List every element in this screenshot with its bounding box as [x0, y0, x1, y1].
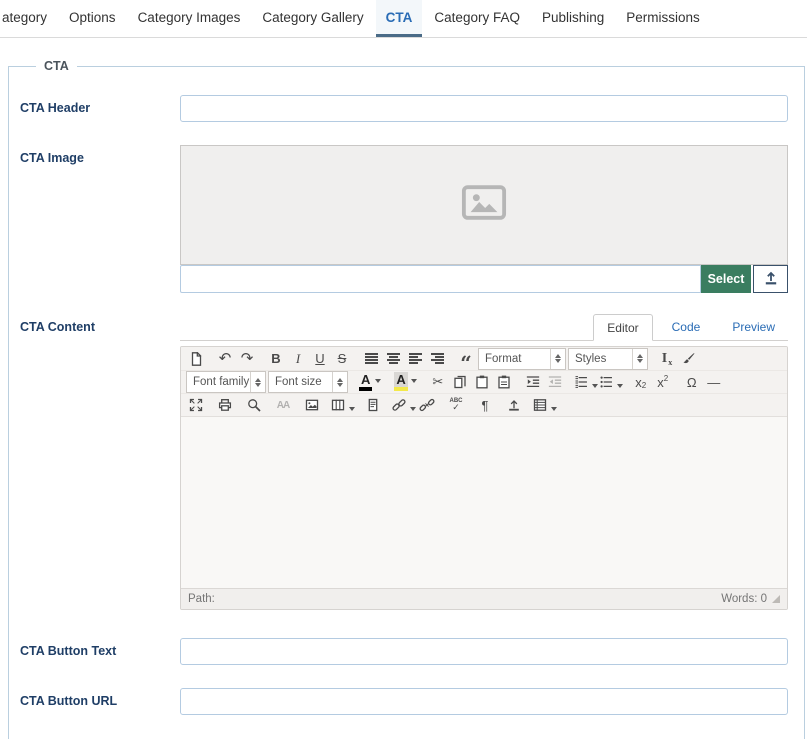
cta-header-row: CTA Header	[20, 95, 788, 122]
cta-content-row: CTA Content EditorCodePreview ↶↷BIUS“For…	[20, 314, 788, 610]
redo-icon[interactable]: ↷	[236, 348, 258, 369]
align-right-icon[interactable]	[426, 348, 448, 369]
dropdown-caret-icon	[551, 407, 557, 411]
select-image-button[interactable]: Select	[701, 265, 751, 293]
cta-header-input[interactable]	[180, 95, 788, 122]
align-center-icon[interactable]	[382, 348, 404, 369]
subscript-icon[interactable]: x	[630, 372, 652, 393]
updown-caret-icon	[550, 349, 565, 369]
editor-word-count: Words: 0	[721, 593, 767, 605]
updown-caret-icon	[632, 349, 647, 369]
insert-table-icon[interactable]	[330, 395, 355, 416]
cta-image-row: CTA Image Select	[20, 145, 788, 293]
tab-options[interactable]: Options	[59, 0, 126, 37]
cta-content-label: CTA Content	[20, 314, 180, 610]
align-left-icon[interactable]	[404, 348, 426, 369]
new-document-icon[interactable]	[185, 348, 207, 369]
upload-file-icon[interactable]	[503, 395, 525, 416]
paragraph-icon[interactable]: ¶	[474, 395, 496, 416]
cleanup-brush-icon[interactable]	[678, 348, 700, 369]
underline-icon[interactable]: U	[309, 348, 331, 369]
font-size-select[interactable]: Font size	[268, 371, 348, 393]
tab-cta[interactable]: CTA	[376, 0, 423, 37]
cta-button-url-label: CTA Button URL	[20, 688, 180, 715]
superscript-icon[interactable]: x	[652, 372, 674, 393]
tab-category-images[interactable]: Category Images	[128, 0, 251, 37]
undo-icon[interactable]: ↶	[214, 348, 236, 369]
cta-button-url-row: CTA Button URL	[20, 688, 788, 715]
tab-category-faq[interactable]: Category FAQ	[424, 0, 530, 37]
grid-icon[interactable]	[532, 395, 557, 416]
align-justify-icon[interactable]	[360, 348, 382, 369]
editor-tab-preview[interactable]: Preview	[719, 314, 788, 340]
dropdown-caret-icon	[617, 384, 623, 388]
image-preview-area	[180, 145, 788, 265]
cta-button-url-input[interactable]	[180, 688, 788, 715]
copy-icon[interactable]	[449, 372, 471, 393]
dropdown-caret-icon	[411, 379, 417, 383]
fullscreen-icon[interactable]	[185, 395, 207, 416]
search-icon[interactable]	[243, 395, 265, 416]
outdent-icon[interactable]	[544, 372, 566, 393]
top-tabbar: ategoryOptionsCategory ImagesCategory Ga…	[0, 0, 807, 38]
ordered-list-icon[interactable]	[573, 372, 598, 393]
updown-caret-icon	[250, 372, 265, 392]
image-file-row: Select	[180, 265, 788, 293]
cta-image-label: CTA Image	[20, 145, 180, 293]
tab-category-gallery[interactable]: Category Gallery	[252, 0, 373, 37]
dropdown-caret-icon	[349, 407, 355, 411]
paste-word-icon[interactable]	[493, 372, 515, 393]
blockquote-icon[interactable]: “	[455, 348, 477, 369]
spellcheck-icon[interactable]: ABC✓	[445, 395, 467, 416]
text-color-icon[interactable]: A	[356, 372, 384, 393]
editor-path-label: Path:	[188, 593, 215, 605]
tab-publishing[interactable]: Publishing	[532, 0, 614, 37]
font-case-icon[interactable]: AA	[272, 395, 294, 416]
rich-text-editor: ↶↷BIUS“FormatStylesI Font familyFont siz…	[180, 346, 788, 610]
cta-button-text-label: CTA Button Text	[20, 638, 180, 665]
highlight-color-icon[interactable]: A	[391, 372, 419, 393]
horizontal-rule-icon[interactable]: —	[703, 372, 725, 393]
cta-header-label: CTA Header	[20, 95, 180, 122]
fieldset-legend: CTA	[36, 59, 77, 73]
editor-statusbar: Path: Words: 0	[181, 588, 787, 609]
image-placeholder-icon	[461, 184, 507, 226]
editor-tab-code[interactable]: Code	[659, 314, 714, 340]
editor-toolbar-row-1: ↶↷BIUS“FormatStylesI	[181, 347, 787, 370]
updown-caret-icon	[332, 372, 347, 392]
editor-tab-editor[interactable]: Editor	[593, 314, 652, 341]
styles-select[interactable]: Styles	[568, 348, 648, 370]
tab-permissions[interactable]: Permissions	[616, 0, 710, 37]
cta-fieldset: CTA CTA Header CTA Image Select	[8, 59, 805, 739]
insert-link-icon[interactable]	[391, 395, 416, 416]
font-family-select[interactable]: Font family	[186, 371, 266, 393]
dropdown-caret-icon	[375, 379, 381, 383]
upload-icon	[762, 269, 780, 290]
paste-icon[interactable]	[471, 372, 493, 393]
cta-button-text-input[interactable]	[180, 638, 788, 665]
insert-image-icon[interactable]	[301, 395, 323, 416]
unlink-icon[interactable]	[416, 395, 438, 416]
format-select[interactable]: Format	[478, 348, 566, 370]
editor-tab-strip: Editor CodePreview	[180, 314, 788, 341]
editor-toolbar-row-3: AA ABC✓ ¶	[181, 393, 787, 416]
editor-toolbar-row-2: Font familyFont sizeAA✂xxΩ—	[181, 370, 787, 393]
tab-ategory[interactable]: ategory	[2, 0, 57, 37]
clear-formatting-icon[interactable]: I	[656, 348, 678, 369]
print-icon[interactable]	[214, 395, 236, 416]
upload-image-button[interactable]	[753, 265, 788, 293]
bold-icon[interactable]: B	[265, 348, 287, 369]
cut-icon[interactable]: ✂	[427, 372, 449, 393]
bullet-list-icon[interactable]	[598, 372, 623, 393]
image-file-input[interactable]	[180, 265, 701, 293]
italic-icon[interactable]: I	[287, 348, 309, 369]
editor-content-area[interactable]	[181, 416, 787, 588]
special-character-icon[interactable]: Ω	[681, 372, 703, 393]
strikethrough-icon[interactable]: S	[331, 348, 353, 369]
resize-grip[interactable]	[772, 595, 780, 603]
template-icon[interactable]	[362, 395, 384, 416]
cta-button-text-row: CTA Button Text	[20, 638, 788, 665]
indent-icon[interactable]	[522, 372, 544, 393]
